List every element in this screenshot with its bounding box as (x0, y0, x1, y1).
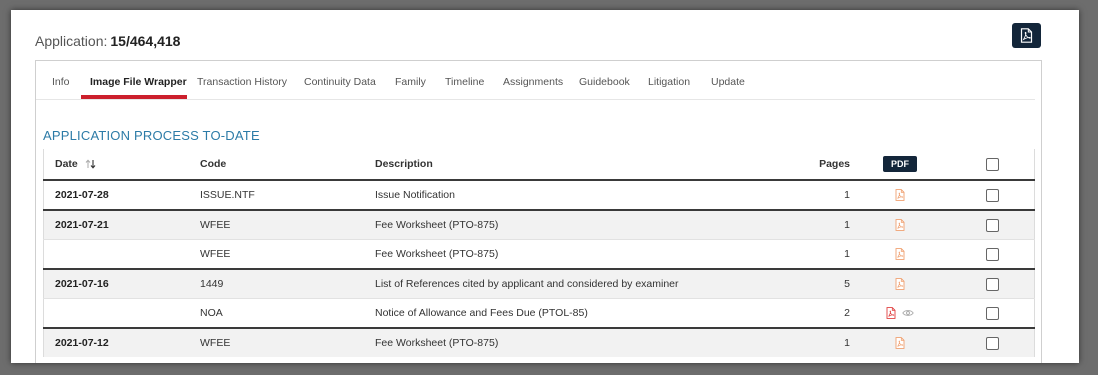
pdf-file-icon[interactable] (895, 248, 905, 260)
row-checkbox[interactable] (985, 306, 999, 320)
table-row: 2021-07-16 1449 List of References cited b… (43, 269, 1035, 299)
row-select-cell (950, 210, 1035, 240)
pdf-file-icon[interactable] (895, 278, 905, 290)
pdf-file-icon[interactable] (895, 189, 905, 201)
row-checkbox[interactable] (985, 336, 999, 350)
row-select-cell (950, 269, 1035, 299)
row-select-cell (950, 180, 1035, 210)
application-number: 15/464,418 (110, 33, 181, 49)
tab-update[interactable]: Update (711, 76, 745, 88)
row-description: List of References cited by applicant an… (375, 278, 679, 290)
pdf-header-badge[interactable]: PDF (883, 156, 917, 172)
tab-timeline[interactable]: Timeline (445, 76, 484, 88)
row-pages: 1 (844, 337, 850, 349)
row-select-cell (950, 328, 1035, 357)
pdf-file-icon[interactable] (895, 337, 905, 349)
row-pdf-cell (850, 210, 950, 240)
tab-litigation[interactable]: Litigation (648, 76, 690, 88)
row-select-cell (950, 299, 1035, 329)
date-header-label: Date (55, 158, 78, 170)
row-date: 2021-07-16 (55, 278, 109, 290)
tab-family[interactable]: Family (395, 76, 426, 88)
tab-continuity-data[interactable]: Continuity Data (304, 76, 376, 88)
row-description: Fee Worksheet (PTO-875) (375, 337, 499, 349)
row-pdf-cell (850, 299, 950, 329)
row-select-cell (950, 240, 1035, 270)
pdf-icon (1020, 28, 1033, 43)
row-checkbox[interactable] (985, 188, 999, 202)
table-row: 2021-07-21 WFEE Fee Worksheet (PTO-875) 1 (43, 210, 1035, 240)
row-date: 2021-07-12 (55, 337, 109, 349)
row-date: 2021-07-21 (55, 219, 109, 231)
application-title: Application: 15/464,418 (35, 33, 180, 49)
tab-assignments[interactable]: Assignments (503, 76, 563, 88)
tab-transaction-history[interactable]: Transaction History (197, 76, 287, 88)
select-all-checkbox[interactable] (985, 157, 999, 171)
table-row: 2021-07-28 ISSUE.NTF Issue Notification 1 (43, 180, 1035, 210)
active-tab-indicator (81, 95, 187, 99)
sort-icon[interactable] (85, 159, 96, 169)
row-description: Fee Worksheet (PTO-875) (375, 219, 499, 231)
row-code: ISSUE.NTF (200, 189, 255, 201)
row-checkbox[interactable] (985, 277, 999, 291)
table-row: WFEE Fee Worksheet (PTO-875) 1 (43, 239, 1035, 270)
row-code: WFEE (200, 337, 231, 349)
section-title: APPLICATION PROCESS TO-DATE (43, 128, 260, 143)
row-pdf-cell (850, 269, 950, 299)
row-description: Issue Notification (375, 189, 455, 201)
application-card: Application: 15/464,418 Info Image File W… (11, 10, 1079, 363)
row-description: Notice of Allowance and Fees Due (PTOL-8… (375, 307, 588, 319)
row-code: NOA (200, 307, 223, 319)
table-header-row: Date Code Description Pages PDF (44, 149, 1035, 180)
row-checkbox[interactable] (985, 247, 999, 261)
row-code: WFEE (200, 219, 231, 231)
download-pdf-button[interactable] (1012, 23, 1041, 48)
row-pdf-cell (850, 240, 950, 270)
documents-table: Date Code Description Pages PDF 2021-07-… (43, 149, 1035, 357)
date-column-header[interactable]: Date (44, 149, 201, 180)
row-pages: 2 (844, 307, 850, 319)
row-pages: 1 (844, 189, 850, 201)
row-pdf-cell (850, 180, 950, 210)
pdf-file-icon[interactable] (895, 219, 905, 231)
table-row: 2021-07-12 WFEE Fee Worksheet (PTO-875) 1 (43, 328, 1035, 357)
content-panel: Info Image File Wrapper Transaction Hist… (35, 60, 1042, 363)
pages-column-header: Pages (819, 158, 850, 170)
application-label: Application: (35, 33, 108, 49)
row-date: 2021-07-28 (55, 189, 109, 201)
tab-info[interactable]: Info (52, 76, 70, 88)
row-description: Fee Worksheet (PTO-875) (375, 248, 499, 260)
row-date (44, 240, 201, 270)
row-pdf-cell (850, 328, 950, 357)
tab-guidebook[interactable]: Guidebook (579, 76, 630, 88)
row-date (44, 299, 201, 329)
row-code: 1449 (200, 278, 224, 290)
description-column-header: Description (375, 158, 433, 170)
pdf-file-icon[interactable] (886, 307, 896, 319)
code-column-header: Code (200, 158, 227, 170)
pdf-column-header: PDF (850, 149, 950, 180)
select-all-column-header (950, 149, 1035, 180)
table-row: NOA Notice of Allowance and Fees Due (PTO… (43, 298, 1035, 329)
row-pages: 1 (844, 219, 850, 231)
row-pages: 1 (844, 248, 850, 260)
tab-bar: Info Image File Wrapper Transaction Hist… (36, 61, 1035, 100)
tab-image-file-wrapper[interactable]: Image File Wrapper (90, 76, 187, 88)
row-checkbox[interactable] (985, 218, 999, 232)
row-pages: 5 (844, 278, 850, 290)
eye-icon[interactable] (902, 309, 914, 317)
row-code: WFEE (200, 248, 231, 260)
